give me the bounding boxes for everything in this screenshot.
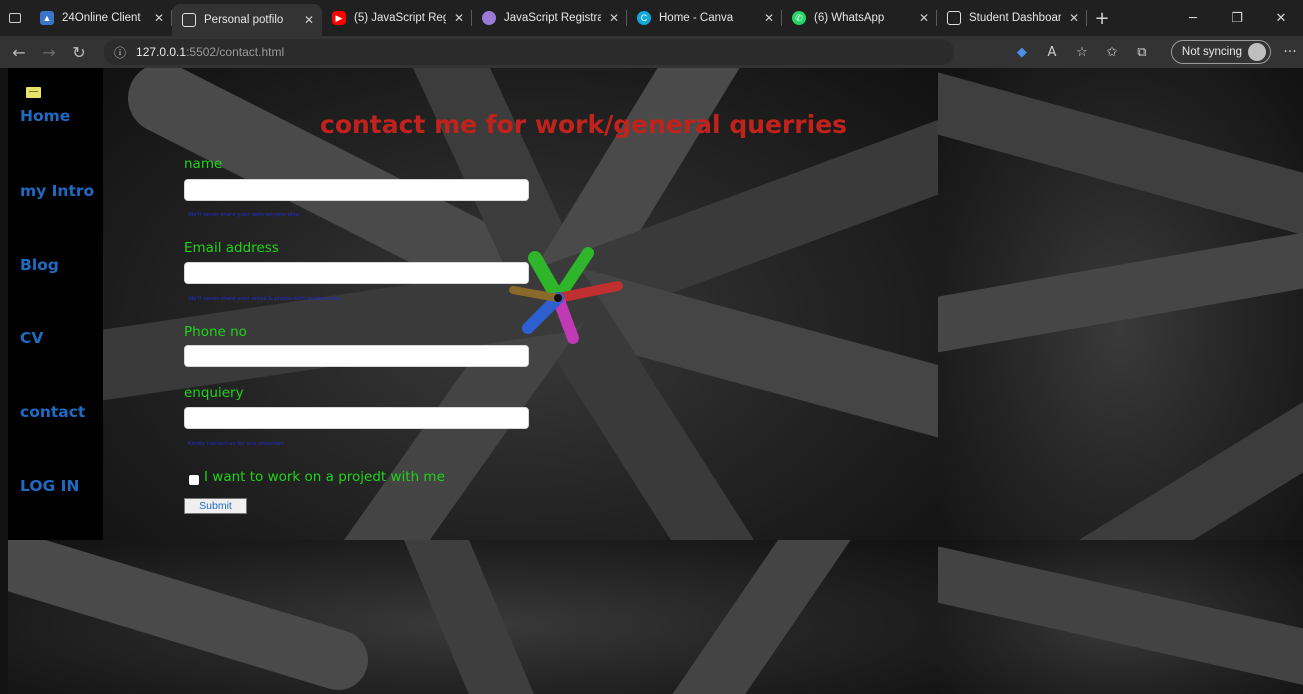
nav-home[interactable]: Home	[20, 107, 70, 125]
add-favorite-icon[interactable]: ☆	[1067, 45, 1097, 60]
sidebar-nav: Home my Intro Blog CV contact LOG IN	[8, 68, 103, 540]
close-icon[interactable]: ✕	[454, 11, 464, 25]
background-image-bottom-right	[938, 540, 1303, 694]
name-label: name	[184, 156, 223, 172]
email-help-text: We'll never share your email & phone wit…	[188, 296, 342, 302]
info-icon[interactable]: ⓘ	[114, 44, 126, 61]
background-image-bottom	[8, 540, 938, 694]
close-icon[interactable]: ✕	[609, 11, 619, 25]
close-icon[interactable]: ✕	[154, 11, 164, 25]
whatsapp-icon: ✆	[792, 11, 806, 25]
back-icon[interactable]: ←	[4, 43, 34, 62]
tab-title: (6) WhatsApp	[814, 12, 885, 24]
tab-title: (5) JavaScript Registra	[354, 12, 446, 24]
page-icon	[947, 11, 961, 25]
close-icon[interactable]: ✕	[304, 13, 314, 27]
phone-label: Phone no	[184, 324, 247, 340]
forward-icon[interactable]: →	[34, 43, 64, 62]
tab-actions-menu[interactable]	[0, 0, 30, 36]
tab-strip: ▲ 24Online Client ✕ Personal potfilo ✕ ▶…	[0, 0, 1303, 36]
name-input[interactable]	[184, 179, 529, 201]
address-bar-row: ← → ↻ ⓘ 127.0.0.1:5502/contact.html ◆ A …	[0, 36, 1303, 68]
nav-blog[interactable]: Blog	[20, 256, 59, 274]
tab-title: 24Online Client	[62, 12, 141, 24]
enquiry-input[interactable]	[184, 407, 529, 429]
avatar	[1248, 43, 1266, 61]
page-title: contact me for work/general querries	[320, 110, 848, 139]
email-label: Email address	[184, 240, 279, 256]
project-checkbox[interactable]	[189, 475, 199, 485]
close-window-icon[interactable]: ✕	[1259, 11, 1303, 26]
nav-log-in[interactable]: LOG IN	[20, 477, 79, 495]
enquiry-help-text: Kindly contact us for any enquiries	[188, 441, 284, 447]
collections-icon[interactable]: ⧉	[1127, 45, 1157, 60]
new-tab-button[interactable]: +	[1087, 8, 1117, 29]
close-icon[interactable]: ✕	[764, 11, 774, 25]
tab-24online[interactable]: ▲ 24Online Client ✕	[30, 0, 172, 36]
background-image-right	[938, 68, 1303, 540]
tab-title: Student Dashboard	[969, 12, 1061, 24]
tab-actions-icon	[9, 13, 21, 23]
tab-title: Personal potfilo	[204, 14, 284, 26]
submit-button[interactable]: Submit	[184, 498, 247, 514]
nav-cv[interactable]: CV	[20, 329, 43, 347]
youtube-icon: ▶	[332, 11, 346, 25]
tab-student-dashboard[interactable]: Student Dashboard ✕	[937, 0, 1087, 36]
refresh-icon[interactable]: ↻	[64, 43, 94, 62]
minimize-icon[interactable]: ─	[1171, 11, 1215, 26]
project-checkbox-label: I want to work on a projedt with me	[204, 469, 445, 485]
enquiry-label: enquiery	[184, 385, 244, 401]
tab-youtube-javascript[interactable]: ▶ (5) JavaScript Registra ✕	[322, 0, 472, 36]
name-help-text: We'll never share your data anyone else.	[188, 212, 301, 218]
read-aloud-icon[interactable]: A	[1037, 45, 1067, 60]
tab-title: Home - Canva	[659, 12, 734, 24]
url-path: :5502/contact.html	[186, 45, 285, 59]
profile-sync-button[interactable]: Not syncing	[1170, 40, 1271, 64]
sync-label: Not syncing	[1181, 46, 1242, 58]
tab-javascript-registration[interactable]: JavaScript Registratio ✕	[472, 0, 627, 36]
site-icon	[482, 11, 496, 25]
address-bar[interactable]: ⓘ 127.0.0.1:5502/contact.html	[104, 39, 954, 65]
close-icon[interactable]: ✕	[919, 11, 929, 25]
restore-icon[interactable]: ❐	[1215, 11, 1259, 26]
nav-contact[interactable]: contact	[20, 403, 85, 421]
tab-canva[interactable]: C Home - Canva ✕	[627, 0, 782, 36]
url-host: 127.0.0.1	[136, 45, 187, 59]
phone-input[interactable]	[184, 345, 529, 367]
tag-icon[interactable]: ◆	[1007, 45, 1037, 60]
page-icon	[182, 13, 196, 27]
cloud-icon: ▲	[40, 11, 54, 25]
more-menu-icon[interactable]: ···	[1277, 44, 1303, 60]
favorites-icon[interactable]: ✩	[1097, 45, 1127, 60]
tab-title: JavaScript Registratio	[504, 12, 601, 24]
page-viewport: Home my Intro Blog CV contact LOG IN con…	[0, 68, 1303, 694]
close-icon[interactable]: ✕	[1069, 11, 1079, 25]
tab-whatsapp[interactable]: ✆ (6) WhatsApp ✕	[782, 0, 937, 36]
canva-icon: C	[637, 11, 651, 25]
email-input[interactable]	[184, 262, 529, 284]
nav-my-intro[interactable]: my Intro	[20, 182, 94, 200]
tab-personal-potfilo[interactable]: Personal potfilo ✕	[172, 4, 322, 36]
menu-icon[interactable]	[26, 87, 41, 98]
